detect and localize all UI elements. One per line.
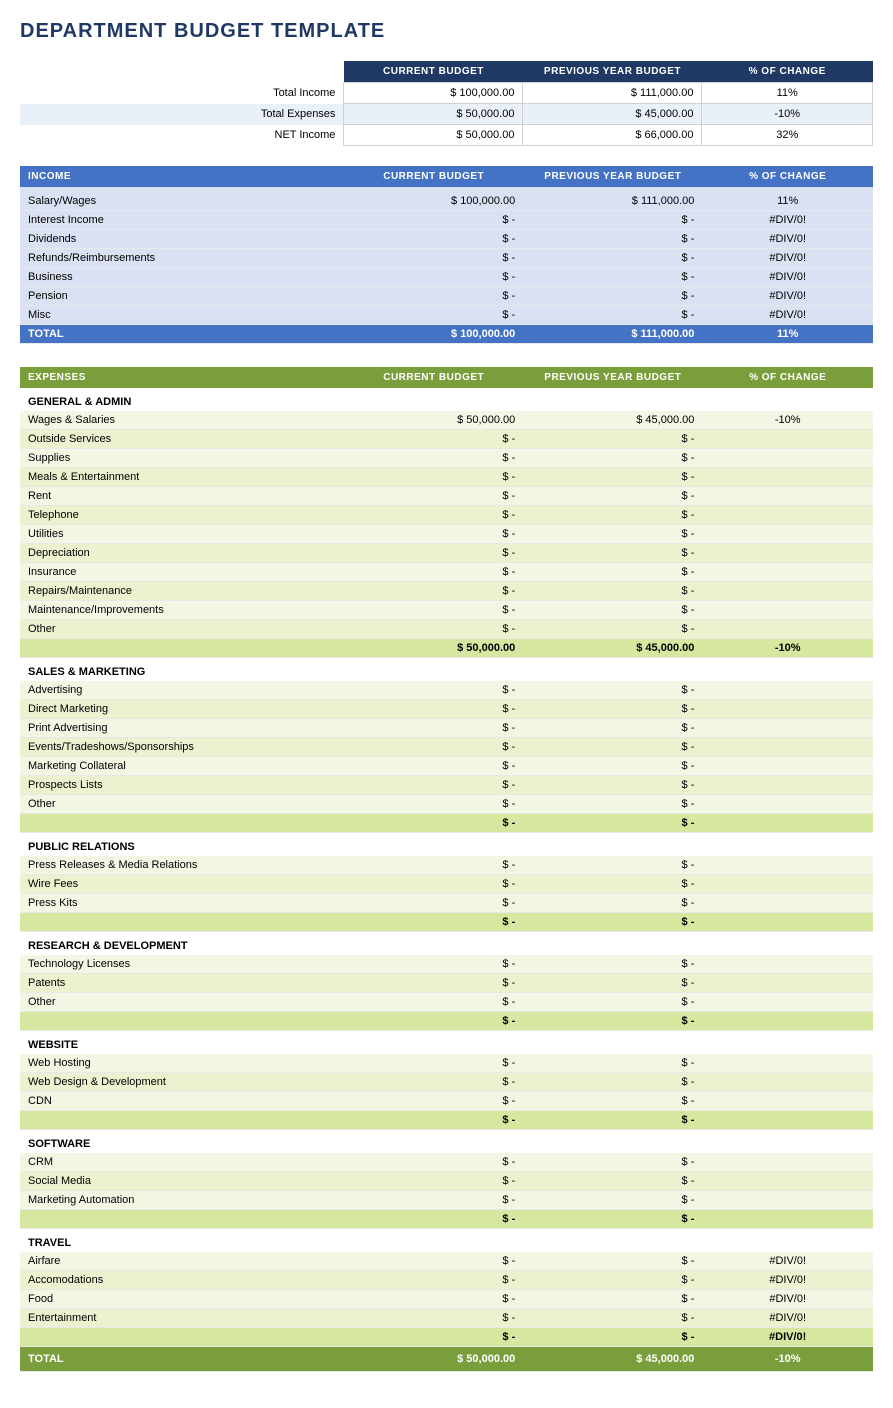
income-total-row: TOTAL $ 100,000.00 $ 111,000.00 11% <box>20 324 873 343</box>
expense-row: Marketing Collateral $ - $ - <box>20 757 873 776</box>
income-current-header: CURRENT BUDGET <box>344 166 523 187</box>
expense-row: Direct Marketing $ - $ - <box>20 700 873 719</box>
subsection-header: SALES & MARKETING <box>20 658 873 682</box>
expense-row: CRM $ - $ - <box>20 1153 873 1172</box>
expense-row: Utilities $ - $ - <box>20 525 873 544</box>
subsection-header: GENERAL & ADMIN <box>20 388 873 411</box>
subsection-header: SOFTWARE <box>20 1130 873 1154</box>
expenses-pct-header: % OF CHANGE <box>702 367 873 388</box>
expenses-total-row: TOTAL $ 50,000.00 $ 45,000.00 -10% <box>20 1347 873 1372</box>
summary-header-current: CURRENT BUDGET <box>344 61 523 83</box>
summary-row: NET Income $ 50,000.00 $ 66,000.00 32% <box>20 125 873 146</box>
expense-row: Marketing Automation $ - $ - <box>20 1191 873 1210</box>
income-pct-header: % OF CHANGE <box>702 166 873 187</box>
expense-row: Other $ - $ - <box>20 620 873 639</box>
subtotal-row: $ - $ - <box>20 1012 873 1031</box>
expense-row: Events/Tradeshows/Sponsorships $ - $ - <box>20 738 873 757</box>
summary-row: Total Expenses $ 50,000.00 $ 45,000.00 -… <box>20 104 873 125</box>
expense-row: Telephone $ - $ - <box>20 506 873 525</box>
summary-table: CURRENT BUDGET PREVIOUS YEAR BUDGET % OF… <box>20 61 873 150</box>
income-row: Interest Income $ - $ - #DIV/0! <box>20 210 873 229</box>
expense-row: Rent $ - $ - <box>20 487 873 506</box>
income-row: Salary/Wages $ 100,000.00 $ 111,000.00 1… <box>20 192 873 211</box>
expense-row: Outside Services $ - $ - <box>20 430 873 449</box>
income-row: Pension $ - $ - #DIV/0! <box>20 286 873 305</box>
expense-row: Print Advertising $ - $ - <box>20 719 873 738</box>
income-row: Refunds/Reimbursements $ - $ - #DIV/0! <box>20 248 873 267</box>
subsection-header: WEBSITE <box>20 1031 873 1055</box>
expense-row: Press Releases & Media Relations $ - $ - <box>20 856 873 875</box>
expense-row: Wire Fees $ - $ - <box>20 875 873 894</box>
expense-row: Other $ - $ - <box>20 993 873 1012</box>
expense-row: Supplies $ - $ - <box>20 449 873 468</box>
income-row: Misc $ - $ - #DIV/0! <box>20 305 873 324</box>
summary-row: Total Income $ 100,000.00 $ 111,000.00 1… <box>20 83 873 104</box>
expense-row: Web Hosting $ - $ - <box>20 1054 873 1073</box>
subsection-header: TRAVEL <box>20 1229 873 1253</box>
subtotal-row: $ 50,000.00 $ 45,000.00 -10% <box>20 639 873 658</box>
expense-row: Wages & Salaries $ 50,000.00 $ 45,000.00… <box>20 411 873 430</box>
expense-row: Entertainment $ - $ - #DIV/0! <box>20 1309 873 1328</box>
subtotal-row: $ - $ - #DIV/0! <box>20 1328 873 1347</box>
expense-row: Accomodations $ - $ - #DIV/0! <box>20 1271 873 1290</box>
expense-row: Airfare $ - $ - #DIV/0! <box>20 1252 873 1271</box>
income-prev-header: PREVIOUS YEAR BUDGET <box>523 166 702 187</box>
income-table: INCOME CURRENT BUDGET PREVIOUS YEAR BUDG… <box>20 166 873 352</box>
expenses-prev-header: PREVIOUS YEAR BUDGET <box>523 367 702 388</box>
expense-row: Repairs/Maintenance $ - $ - <box>20 582 873 601</box>
subtotal-row: $ - $ - <box>20 1210 873 1229</box>
expense-row: Technology Licenses $ - $ - <box>20 955 873 974</box>
subsection-header: RESEARCH & DEVELOPMENT <box>20 932 873 956</box>
expense-row: Patents $ - $ - <box>20 974 873 993</box>
page-title: DEPARTMENT BUDGET TEMPLATE <box>20 20 873 43</box>
subtotal-row: $ - $ - <box>20 814 873 833</box>
expense-row: Advertising $ - $ - <box>20 681 873 700</box>
expense-row: CDN $ - $ - <box>20 1092 873 1111</box>
expense-row: Web Design & Development $ - $ - <box>20 1073 873 1092</box>
expense-row: Other $ - $ - <box>20 795 873 814</box>
income-row: Dividends $ - $ - #DIV/0! <box>20 229 873 248</box>
expenses-section-header: EXPENSES CURRENT BUDGET PREVIOUS YEAR BU… <box>20 367 873 388</box>
subtotal-row: $ - $ - <box>20 913 873 932</box>
subtotal-row: $ - $ - <box>20 1111 873 1130</box>
expense-row: Maintenance/Improvements $ - $ - <box>20 601 873 620</box>
summary-header-pct: % OF CHANGE <box>702 61 873 83</box>
expense-row: Insurance $ - $ - <box>20 563 873 582</box>
expense-row: Social Media $ - $ - <box>20 1172 873 1191</box>
expense-row: Press Kits $ - $ - <box>20 894 873 913</box>
expenses-table: EXPENSES CURRENT BUDGET PREVIOUS YEAR BU… <box>20 367 873 1372</box>
expense-row: Prospects Lists $ - $ - <box>20 776 873 795</box>
expenses-current-header: CURRENT BUDGET <box>344 367 523 388</box>
expense-row: Food $ - $ - #DIV/0! <box>20 1290 873 1309</box>
expenses-label: EXPENSES <box>20 367 344 388</box>
income-row: Business $ - $ - #DIV/0! <box>20 267 873 286</box>
subsection-header: PUBLIC RELATIONS <box>20 833 873 857</box>
summary-header-prev: PREVIOUS YEAR BUDGET <box>523 61 702 83</box>
expense-row: Depreciation $ - $ - <box>20 544 873 563</box>
income-label: INCOME <box>20 166 344 187</box>
expense-row: Meals & Entertainment $ - $ - <box>20 468 873 487</box>
income-section-header: INCOME CURRENT BUDGET PREVIOUS YEAR BUDG… <box>20 166 873 187</box>
